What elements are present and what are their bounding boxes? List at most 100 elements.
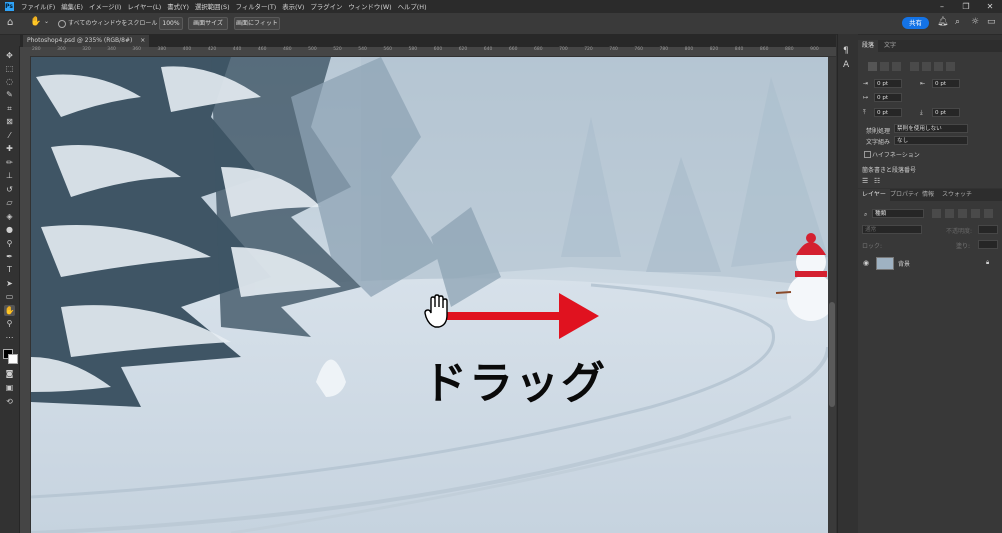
lasso-tool-icon[interactable]: ◌ <box>4 76 15 87</box>
close-window-icon[interactable]: ✕ <box>978 0 1002 13</box>
menu-filter[interactable]: フィルター(T) <box>233 2 280 11</box>
scroll-all-windows-checkbox[interactable] <box>58 20 66 28</box>
lightbulb-icon[interactable]: ☼ <box>971 17 979 27</box>
crop-tool-icon[interactable]: ⌗ <box>4 103 15 114</box>
document-tab[interactable]: Photoshop4.psd @ 235% (RGB/8#) × <box>23 35 150 47</box>
brush-tool-icon[interactable]: ✏ <box>4 157 15 168</box>
share-button[interactable]: 共有 <box>902 17 929 29</box>
space-before-field[interactable]: 0 pt <box>874 108 902 117</box>
eyedropper-tool-icon[interactable]: ⁄ <box>4 130 15 141</box>
indent-first-line-field[interactable]: 0 pt <box>874 93 902 102</box>
paint-bucket-tool-icon[interactable]: ◈ <box>4 211 15 222</box>
more-tools-icon[interactable]: ⋯ <box>4 332 15 343</box>
hand-tool-preset-icon[interactable]: ✋ <box>30 17 41 28</box>
justify-all-icon[interactable] <box>946 62 955 71</box>
move-tool-icon[interactable]: ✥ <box>4 50 15 61</box>
kinsoku-select[interactable]: 禁則を使用しない <box>894 124 968 133</box>
stamp-tool-icon[interactable]: ⊥ <box>4 170 15 181</box>
tab-info[interactable]: 情報 <box>918 189 938 201</box>
history-brush-tool-icon[interactable]: ↺ <box>4 184 15 195</box>
filter-adjustment-icon[interactable] <box>945 209 954 218</box>
document-canvas[interactable]: ドラッグ <box>31 57 828 533</box>
layer-row-background[interactable]: ◉ 背景 🔒︎ <box>858 255 1002 271</box>
eraser-tool-icon[interactable]: ▱ <box>4 197 15 208</box>
opacity-field[interactable] <box>978 225 998 234</box>
menu-image[interactable]: イメージ(I) <box>86 2 124 11</box>
layer-name: 背景 <box>898 261 911 268</box>
align-center-icon[interactable] <box>880 62 889 71</box>
menu-select[interactable]: 選択範囲(S) <box>192 2 233 11</box>
menu-help[interactable]: ヘルプ(H) <box>395 2 430 11</box>
zoom-tool-icon[interactable]: ⚲ <box>4 318 15 329</box>
home-icon[interactable]: ⌂ <box>7 17 13 28</box>
zoom-100-button[interactable]: 100% <box>159 17 183 30</box>
workspace-icon[interactable]: ▭ <box>987 17 996 27</box>
filter-shape-icon[interactable] <box>971 209 980 218</box>
filter-type-icon[interactable] <box>958 209 967 218</box>
menu-plugins[interactable]: プラグイン <box>307 2 345 11</box>
content-credentials-icon[interactable]: ⟲ <box>4 396 15 407</box>
dodge-tool-icon[interactable]: ⚲ <box>4 238 15 249</box>
hyphenation-checkbox[interactable] <box>864 151 871 158</box>
screen-size-button[interactable]: 画面サイズ <box>188 17 228 30</box>
minimize-icon[interactable]: – <box>930 0 954 13</box>
menu-window[interactable]: ウィンドウ(W) <box>345 2 394 11</box>
blend-mode-select[interactable]: 通常 <box>862 225 922 234</box>
quick-select-tool-icon[interactable]: ✎ <box>4 89 15 100</box>
filter-smart-object-icon[interactable] <box>984 209 993 218</box>
tools-panel: ✥ ⬚ ◌ ✎ ⌗ ⊠ ⁄ ✚ ✏ ⊥ ↺ ▱ ◈ ● ⚲ ✒ T ➤ ▭ ✋ … <box>0 46 20 533</box>
mojikumi-select[interactable]: なし <box>894 136 968 145</box>
scrollbar-thumb[interactable] <box>829 302 835 407</box>
close-tab-icon[interactable]: × <box>140 37 145 44</box>
menu-layer[interactable]: レイヤー(L) <box>124 2 164 11</box>
marquee-tool-icon[interactable]: ⬚ <box>4 63 15 74</box>
healing-brush-tool-icon[interactable]: ✚ <box>4 143 15 154</box>
align-left-icon[interactable] <box>868 62 877 71</box>
pen-tool-icon[interactable]: ✒ <box>4 251 15 262</box>
justify-center-icon[interactable] <box>922 62 931 71</box>
frame-tool-icon[interactable]: ⊠ <box>4 116 15 127</box>
collapsed-panel-strip: ¶ A <box>837 34 858 533</box>
hand-tool-icon[interactable]: ✋ <box>4 305 15 316</box>
indent-left-field[interactable]: 0 pt <box>874 79 902 88</box>
screen-mode-icon[interactable]: ▣ <box>4 382 15 393</box>
chevron-down-icon[interactable]: ⌄ <box>44 18 49 25</box>
ruler-tick-label: 740 <box>609 47 618 52</box>
space-after-field[interactable]: 0 pt <box>932 108 960 117</box>
eye-visibility-icon[interactable]: ◉ <box>863 259 869 267</box>
indent-right-icon: ⇤ <box>920 80 926 87</box>
path-select-tool-icon[interactable]: ➤ <box>4 278 15 289</box>
background-color-swatch[interactable] <box>8 354 18 364</box>
blur-tool-icon[interactable]: ● <box>4 224 15 235</box>
menu-edit[interactable]: 編集(E) <box>58 2 86 11</box>
align-right-icon[interactable] <box>892 62 901 71</box>
menu-type[interactable]: 書式(Y) <box>164 2 192 11</box>
tab-character[interactable]: 文字 <box>880 40 900 52</box>
menu-file[interactable]: ファイル(F) <box>18 2 58 11</box>
tab-paragraph[interactable]: 段落 <box>858 40 879 52</box>
justify-left-icon[interactable] <box>910 62 919 71</box>
ruler-tick-label: 520 <box>333 47 342 52</box>
indent-right-field[interactable]: 0 pt <box>932 79 960 88</box>
justify-right-icon[interactable] <box>934 62 943 71</box>
ruler-tick-label: 480 <box>283 47 292 52</box>
layer-kind-filter[interactable]: 種類 <box>872 209 924 218</box>
fill-field[interactable] <box>978 240 998 249</box>
bell-icon[interactable]: 🔔︎ <box>937 17 948 27</box>
paragraph-panel-icon[interactable]: ¶ <box>843 46 849 56</box>
ruler-tick-label: 300 <box>57 47 66 52</box>
bullet-list-icon[interactable]: ☰ <box>862 177 868 185</box>
type-tool-icon[interactable]: T <box>4 264 15 275</box>
character-panel-icon[interactable]: A <box>843 60 849 70</box>
canvas-vertical-scrollbar[interactable] <box>828 57 836 533</box>
tab-swatches[interactable]: スウォッチ <box>938 189 976 201</box>
fit-to-screen-button[interactable]: 画面にフィット <box>234 17 280 30</box>
search-icon[interactable]: ⌕ <box>955 17 960 27</box>
numbered-list-icon[interactable]: ☷ <box>874 177 880 185</box>
quick-mask-icon[interactable]: ◙ <box>4 368 15 379</box>
photoshop-logo-icon[interactable]: Ps <box>0 0 18 13</box>
menu-view[interactable]: 表示(V) <box>279 2 307 11</box>
filter-pixel-icon[interactable] <box>932 209 941 218</box>
restore-icon[interactable]: ❐ <box>954 0 978 13</box>
rectangle-tool-icon[interactable]: ▭ <box>4 291 15 302</box>
